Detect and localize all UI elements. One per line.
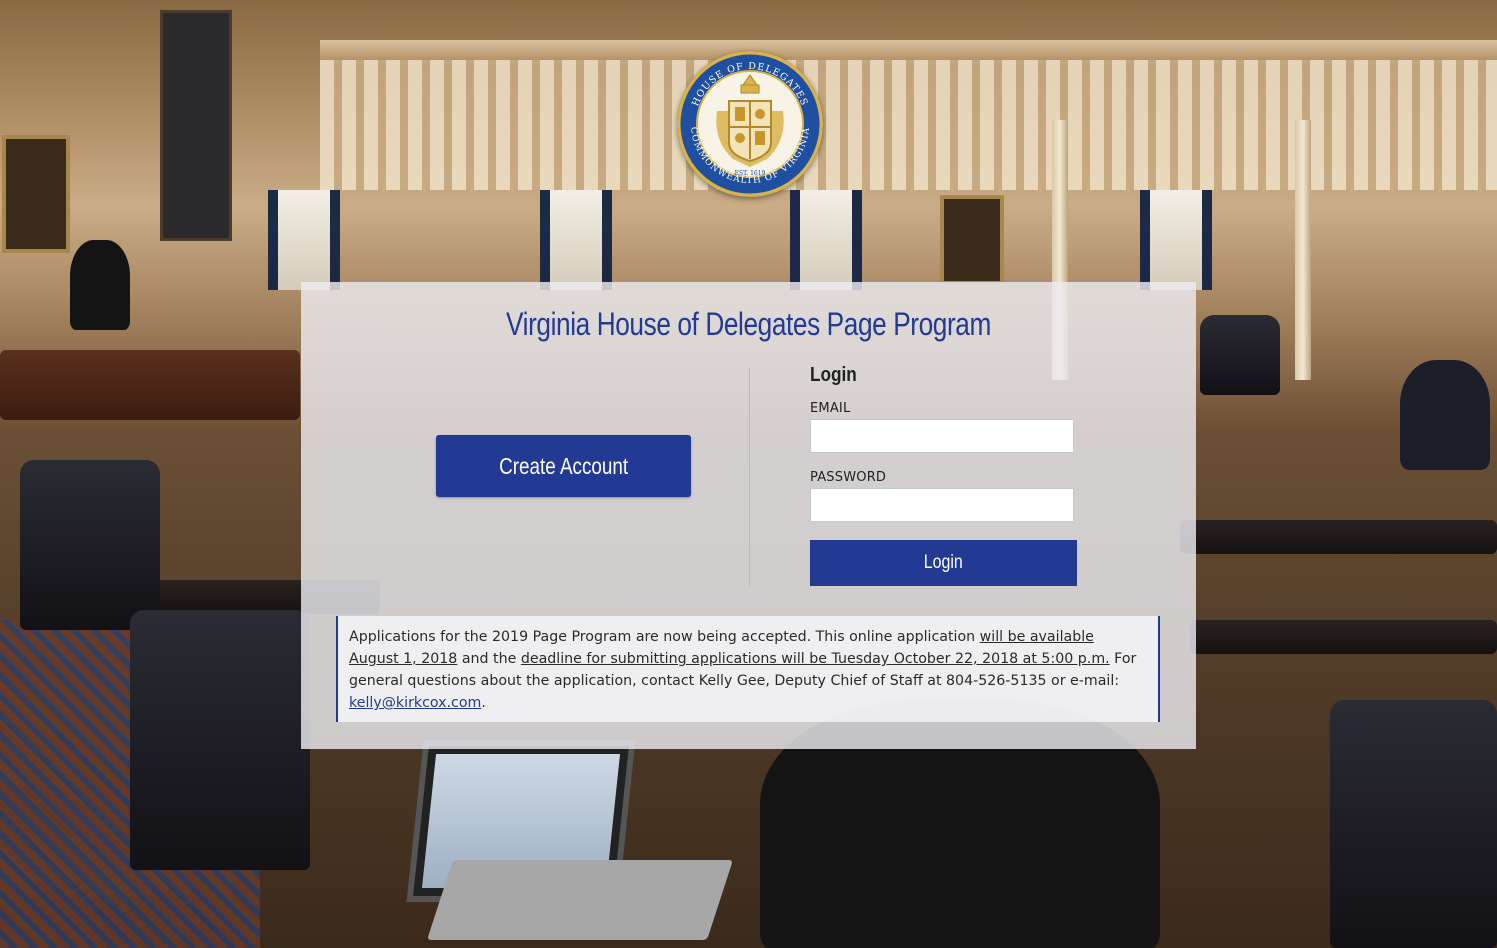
desk (0, 350, 300, 420)
contact-email-link[interactable]: kelly@kirkcox.com (349, 695, 481, 711)
notice-text: . (481, 695, 486, 711)
seal-emblem-icon: HOUSE OF DELEGATES COMMONWEALTH OF VIRGI… (677, 51, 823, 197)
chair (1200, 315, 1280, 395)
house-of-delegates-seal: HOUSE OF DELEGATES COMMONWEALTH OF VIRGI… (677, 51, 823, 197)
login-heading: Login (810, 364, 857, 386)
login-button[interactable]: Login (810, 540, 1077, 586)
seal-est-text: EST. 1619 (735, 170, 766, 177)
chair (20, 460, 160, 630)
chair (130, 610, 310, 870)
desk (1180, 520, 1497, 554)
chamber-window (540, 190, 612, 290)
laptop-keyboard (427, 860, 733, 940)
email-field[interactable] (810, 419, 1074, 453)
wall-portrait (2, 135, 70, 253)
notice-text: and the (457, 651, 521, 667)
create-account-label: Create Account (499, 452, 628, 479)
chamber-window (1140, 190, 1212, 290)
application-notice: Applications for the 2019 Page Program a… (336, 616, 1160, 722)
login-button-label: Login (923, 552, 964, 573)
desk (1190, 620, 1497, 654)
person-figure (70, 240, 130, 330)
create-account-button[interactable]: Create Account (436, 435, 691, 497)
wall-portrait (940, 195, 1004, 285)
notice-text: Applications for the 2019 Page Program a… (349, 629, 980, 645)
display-screen (160, 10, 232, 241)
page-title: Virginia House of Delegates Page Program (506, 306, 991, 342)
password-label: PASSWORD (810, 470, 887, 485)
login-panel: Virginia House of Delegates Page Program… (301, 282, 1196, 749)
email-label: EMAIL (810, 401, 851, 416)
chamber-window (790, 190, 862, 290)
chair (1330, 700, 1497, 948)
password-field[interactable] (810, 488, 1074, 522)
balcony-gallery (320, 60, 1497, 190)
vertical-divider (749, 368, 750, 586)
chamber-window (268, 190, 340, 290)
pillar (1295, 120, 1311, 380)
person-figure (1400, 360, 1490, 470)
deadline-text: deadline for submitting applications wil… (520, 651, 1110, 667)
